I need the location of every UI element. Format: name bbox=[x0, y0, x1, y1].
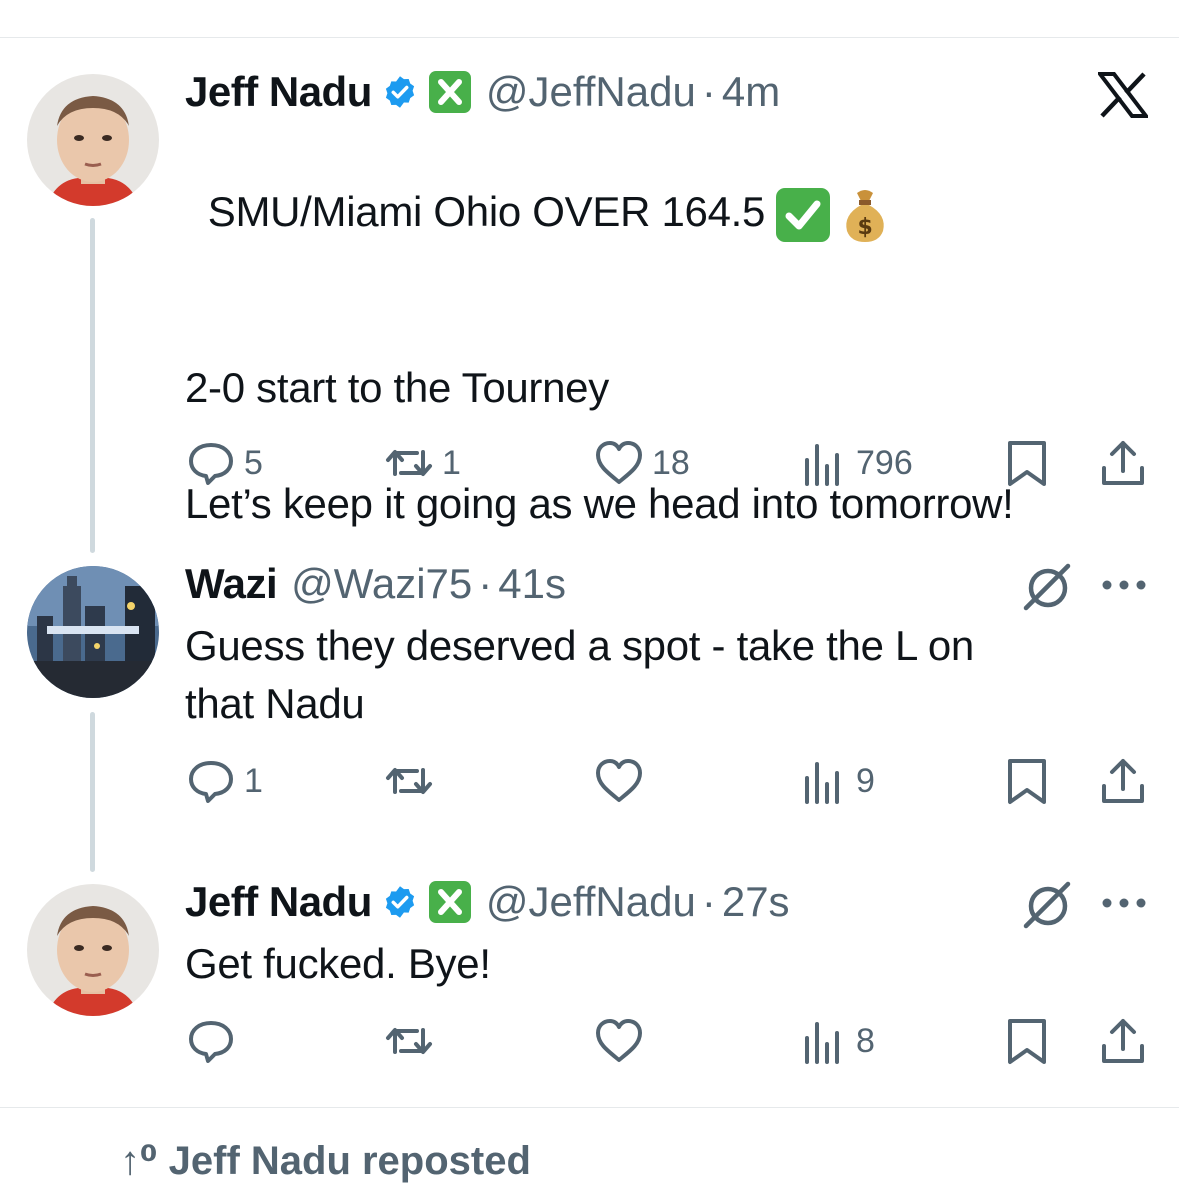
like-button[interactable]: 18 bbox=[594, 438, 690, 488]
heart-icon bbox=[596, 759, 642, 802]
top-divider bbox=[0, 37, 1179, 38]
separator-dot: · bbox=[701, 68, 716, 115]
bottom-divider bbox=[0, 1107, 1179, 1108]
handle[interactable]: @JeffNadu bbox=[486, 878, 696, 926]
retweet-button[interactable] bbox=[384, 756, 442, 806]
reply-count: 5 bbox=[244, 443, 263, 482]
tweet-text-line: SMU/Miami Ohio OVER 164.5 bbox=[207, 188, 766, 235]
avatar[interactable] bbox=[27, 566, 159, 698]
retweet-icon bbox=[386, 768, 432, 794]
views-button[interactable]: 8 bbox=[798, 1016, 875, 1066]
views-count: 8 bbox=[856, 1021, 875, 1060]
reply-icon bbox=[189, 761, 233, 803]
views-icon bbox=[805, 1022, 839, 1064]
repost-indicator: ↑⁰ Jeff Nadu reposted bbox=[120, 1139, 531, 1183]
retweet-count: 1 bbox=[442, 443, 461, 482]
reply-button[interactable] bbox=[186, 1016, 244, 1066]
tweet-header: Jeff Nadu @JeffNadu · 27s bbox=[185, 878, 790, 926]
like-button[interactable] bbox=[594, 1016, 652, 1066]
avatar[interactable] bbox=[27, 74, 159, 206]
tweet-text: SMU/Miami Ohio OVER 164.5 $ 2-0 start to … bbox=[185, 125, 1014, 591]
separator-dot: · bbox=[701, 878, 716, 925]
reply-icon bbox=[189, 1021, 233, 1063]
retweet-icon bbox=[386, 1028, 432, 1054]
tweet-header: Jeff Nadu @JeffNadu · 4m bbox=[185, 68, 780, 116]
views-button[interactable]: 796 bbox=[798, 438, 913, 488]
more-icon[interactable] bbox=[1100, 578, 1148, 597]
grok-icon[interactable] bbox=[1022, 880, 1076, 935]
tweet-header: Wazi @Wazi75 · 41s bbox=[185, 560, 566, 608]
share-button[interactable] bbox=[1098, 1016, 1148, 1066]
share-icon bbox=[1102, 759, 1144, 803]
retweet-button[interactable]: 1 bbox=[384, 438, 461, 488]
retweet-icon bbox=[386, 450, 432, 476]
bookmark-button[interactable] bbox=[1002, 438, 1052, 488]
heart-icon bbox=[596, 1019, 642, 1062]
views-button[interactable]: 9 bbox=[798, 756, 875, 806]
bookmark-icon bbox=[1008, 759, 1046, 804]
bookmark-button[interactable] bbox=[1002, 756, 1052, 806]
svg-text:$: $ bbox=[858, 215, 873, 240]
views-icon bbox=[805, 444, 839, 486]
retweet-button[interactable] bbox=[384, 1016, 442, 1066]
heart-icon bbox=[596, 441, 642, 484]
reply-icon bbox=[189, 443, 233, 485]
views-count: 796 bbox=[856, 443, 913, 482]
tweet-text: Guess they deserved a spot - take the L … bbox=[185, 622, 974, 727]
views-count: 9 bbox=[856, 761, 875, 800]
avatar[interactable] bbox=[27, 884, 159, 1016]
check-mark-button-emoji bbox=[775, 187, 831, 243]
bookmark-icon bbox=[1008, 441, 1046, 486]
x-square-emoji bbox=[428, 70, 472, 114]
verified-badge-icon bbox=[382, 74, 418, 110]
bookmark-button[interactable] bbox=[1002, 1016, 1052, 1066]
share-icon bbox=[1102, 1019, 1144, 1063]
x-square-emoji bbox=[428, 880, 472, 924]
thread-line bbox=[90, 712, 95, 872]
views-icon bbox=[805, 762, 839, 804]
handle[interactable]: @JeffNadu bbox=[486, 68, 696, 116]
like-count: 18 bbox=[652, 443, 690, 482]
separator-dot: · bbox=[478, 560, 493, 607]
tweet-text-rest: 2-0 start to the Tourney Let’s keep it g… bbox=[185, 363, 1014, 527]
share-button[interactable] bbox=[1098, 438, 1148, 488]
more-icon[interactable] bbox=[1100, 896, 1148, 915]
reply-count: 1 bbox=[244, 761, 263, 800]
verified-badge-icon bbox=[382, 884, 418, 920]
timestamp[interactable]: 41s bbox=[498, 560, 566, 608]
money-bag-emoji: $ bbox=[841, 187, 889, 243]
share-button[interactable] bbox=[1098, 756, 1148, 806]
reply-button[interactable]: 5 bbox=[186, 438, 263, 488]
x-logo-icon[interactable] bbox=[1095, 72, 1151, 123]
grok-icon[interactable] bbox=[1022, 562, 1076, 617]
display-name[interactable]: Wazi bbox=[185, 560, 278, 608]
reply-button[interactable]: 1 bbox=[186, 756, 263, 806]
timestamp[interactable]: 27s bbox=[722, 878, 790, 926]
like-button[interactable] bbox=[594, 756, 652, 806]
display-name[interactable]: Jeff Nadu bbox=[185, 878, 372, 926]
share-icon bbox=[1102, 441, 1144, 485]
handle[interactable]: @Wazi75 bbox=[291, 560, 472, 608]
timestamp[interactable]: 4m bbox=[722, 68, 780, 116]
bookmark-icon bbox=[1008, 1019, 1046, 1064]
display-name[interactable]: Jeff Nadu bbox=[185, 68, 372, 116]
thread-line bbox=[90, 218, 95, 553]
tweet-text: Get fucked. Bye! bbox=[185, 940, 491, 987]
